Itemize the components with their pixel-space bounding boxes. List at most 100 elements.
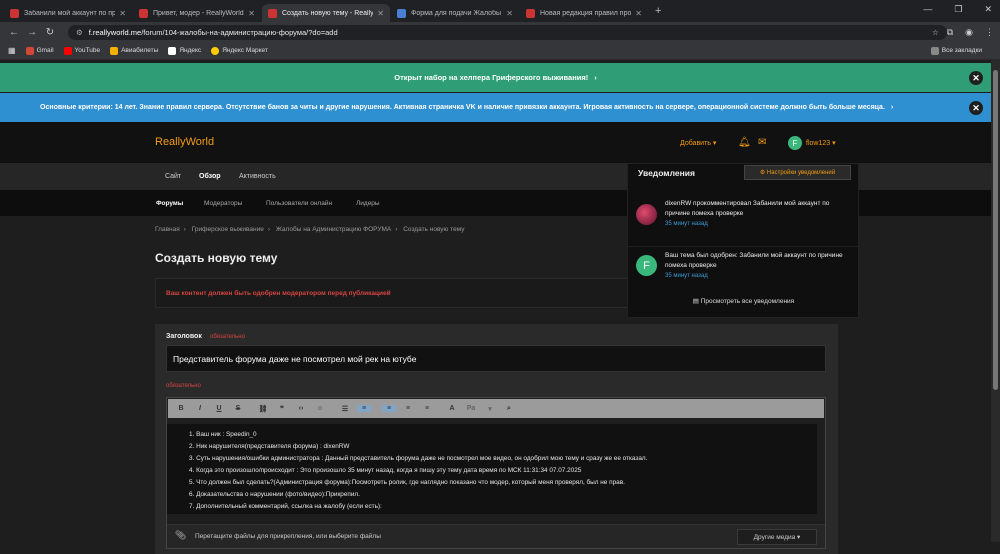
menu-icon[interactable]: ⋮ [985,27,994,38]
preview-icon[interactable]: ⌕ [502,405,516,413]
site-info-icon[interactable]: ⚙ [76,28,83,37]
profile-icon[interactable]: ◉ [965,27,973,38]
address-bar[interactable]: ⚙ f.reallyworld.me /forum/104-жалобы-на-… [67,24,947,40]
new-tab-icon[interactable]: + [655,5,661,17]
breadcrumb-complaints[interactable]: Жалобы на Администрацию ФОРУМА [276,226,391,233]
add-menu-button[interactable]: Добавить ▾ [680,139,716,147]
avatar: F [636,255,657,276]
chevron-right-icon: › [890,104,894,111]
list-item: 2. Ник нарушителя(представителя форума) … [189,443,350,450]
notification-item[interactable]: F Ваш тема был одобрен: Забанили мой акк… [628,246,859,295]
code-icon[interactable]: ‹› [294,405,308,412]
site-header: ReallyWorld Добавить ▾ 🔔︎ ✉ F flow123 ▾ [0,122,991,163]
chevron-right-icon: › [594,73,597,82]
close-tab-icon[interactable]: ✕ [635,9,642,18]
bell-icon[interactable]: 🔔︎ [738,137,751,148]
nav-activity[interactable]: Активность [239,173,276,180]
user-menu[interactable]: flow123 ▾ [806,139,836,147]
bookmark-yandex-market[interactable]: Яндекс Маркет [211,46,268,55]
notice-banner-helper[interactable]: Открыт набор на хелпера Гриферского выжи… [0,63,991,92]
nav-forums[interactable]: Форумы [156,200,183,207]
breadcrumb-griefer[interactable]: Гриферское выживание [192,226,264,233]
required-label: обязательно [210,334,245,340]
notification-settings-button[interactable]: ⚙ Настройки уведомлений [744,165,851,180]
align-right-icon[interactable]: ≡ [420,405,434,412]
browser-tab[interactable]: Новая редакция правил проек ✕ [520,4,648,22]
back-icon[interactable]: ← [6,27,22,38]
strikethrough-icon[interactable]: S [231,405,245,412]
mail-icon[interactable]: ✉ [758,137,766,148]
numbered-list-icon[interactable]: ≡ [357,405,371,412]
emoji-icon[interactable]: ☺ [313,405,327,412]
italic-icon[interactable]: I [193,405,207,412]
all-bookmarks[interactable]: Все закладки [930,46,982,55]
browser-tab-bar: Забанили мой аккаунт по при ✕ Привет, мод… [0,0,1000,22]
breadcrumb-current: Создать новую тему [403,226,465,233]
bookmark-aviabilety[interactable]: Авиабилеты [110,46,158,55]
quote-icon[interactable]: ❞ [275,405,289,413]
site-logo[interactable]: ReallyWorld [155,136,214,148]
browser-tab-active[interactable]: Создать новую тему - ReallyW ✕ [262,4,390,22]
list-item: 4. Когда это произошло/происходит : Это … [189,467,582,474]
site-favicon-icon [10,8,19,18]
new-topic-form: Заголовок обязательно Представитель фору… [155,324,838,554]
title-input[interactable]: Представитель форума даже не посмотрел м… [166,345,826,372]
browser-tab[interactable]: Форма для подачи Жалобы на ✕ [391,4,519,22]
browser-nav-bar: ← → ↻ ⚙ f.reallyworld.me /forum/104-жало… [0,22,1000,42]
complaint-list: 1. Ваш ник : Speedin_0 2. Ник нарушителя… [167,424,817,513]
link-icon[interactable]: ⛓ [256,405,270,413]
notification-item[interactable]: dixenRW прокомментировал Забанили мой ак… [628,195,859,244]
bookmark-star-icon[interactable]: ☆ [932,28,939,37]
close-icon[interactable]: ✕ [969,71,983,85]
content-editor: B I U S ⛓ ❞ ‹› ☺ ☰ ≡ ≡ ≡ ≡ A Pa ▾ ⌕ 1. В… [166,397,826,549]
align-center-icon[interactable]: ≡ [401,405,415,412]
attach-files-link[interactable]: Перетащите файлы для прикрепления, или в… [195,533,381,540]
bookmark-gmail[interactable]: Gmail [25,46,54,55]
nav-overview[interactable]: Обзор [199,173,221,180]
page-title: Создать новую тему [155,251,278,265]
nav-moderators[interactable]: Модераторы [204,200,242,207]
paperclip-icon: 📎︎ [175,530,187,540]
close-tab-icon[interactable]: ✕ [119,9,126,18]
list-item: 1. Ваш ник : Speedin_0 [189,431,257,438]
bookmark-youtube[interactable]: YouTube [63,46,100,55]
close-tab-icon[interactable]: ✕ [377,9,384,18]
page-scrollbar[interactable] [991,60,1000,542]
underline-icon[interactable]: U [212,405,226,412]
font-size-icon[interactable]: A [445,405,459,412]
bold-icon[interactable]: B [174,405,188,412]
notifications-title: Уведомления [638,168,695,178]
browser-tab[interactable]: Забанили мой аккаунт по при ✕ [4,4,132,22]
folder-icon [930,46,939,55]
reload-icon[interactable]: ↻ [42,27,58,38]
bookmark-yandex[interactable]: Яндекс [168,46,201,55]
view-all-notifications-link[interactable]: ▤ Просмотреть все уведомления [628,297,859,305]
list-item: 5. Что должен был сделать?(Администрация… [189,479,625,486]
apps-icon[interactable]: ▦ [8,46,16,55]
scrollbar-thumb[interactable] [993,70,998,390]
minimize-icon[interactable]: — [923,4,932,15]
nav-online-users[interactable]: Пользователи онлайн [266,200,332,207]
editor-body[interactable]: 1. Ваш ник : Speedin_0 2. Ник нарушителя… [167,424,817,514]
dropdown-icon[interactable]: ▾ [483,405,497,413]
align-left-icon[interactable]: ≡ [382,405,396,412]
extensions-icon[interactable]: ⧉ [947,27,953,38]
list-icon: ▤ [692,298,701,305]
bullet-list-icon[interactable]: ☰ [338,405,352,413]
nav-site[interactable]: Сайт [165,173,181,180]
maximize-icon[interactable]: ❐ [954,4,962,15]
attachment-bar[interactable]: 📎︎ Перетащите файлы для прикрепления, ил… [167,524,825,548]
notice-banner-criteria[interactable]: Основные критерии: 14 лет. Знание правил… [0,93,991,122]
forward-icon[interactable]: → [24,27,40,38]
market-icon [211,46,220,55]
close-icon[interactable]: ✕ [969,101,983,115]
avatar[interactable]: F [788,136,802,150]
close-tab-icon[interactable]: ✕ [248,9,255,18]
close-window-icon[interactable]: ✕ [984,4,992,15]
breadcrumb-home[interactable]: Главная [155,226,180,233]
other-media-button[interactable]: Другие медиа ▾ [737,529,817,545]
paragraph-format-icon[interactable]: Pa [464,405,478,412]
close-tab-icon[interactable]: ✕ [506,9,513,18]
nav-leaders[interactable]: Лидеры [356,200,380,207]
browser-tab[interactable]: Привет, модер - ReallyWorld ✕ [133,4,261,22]
